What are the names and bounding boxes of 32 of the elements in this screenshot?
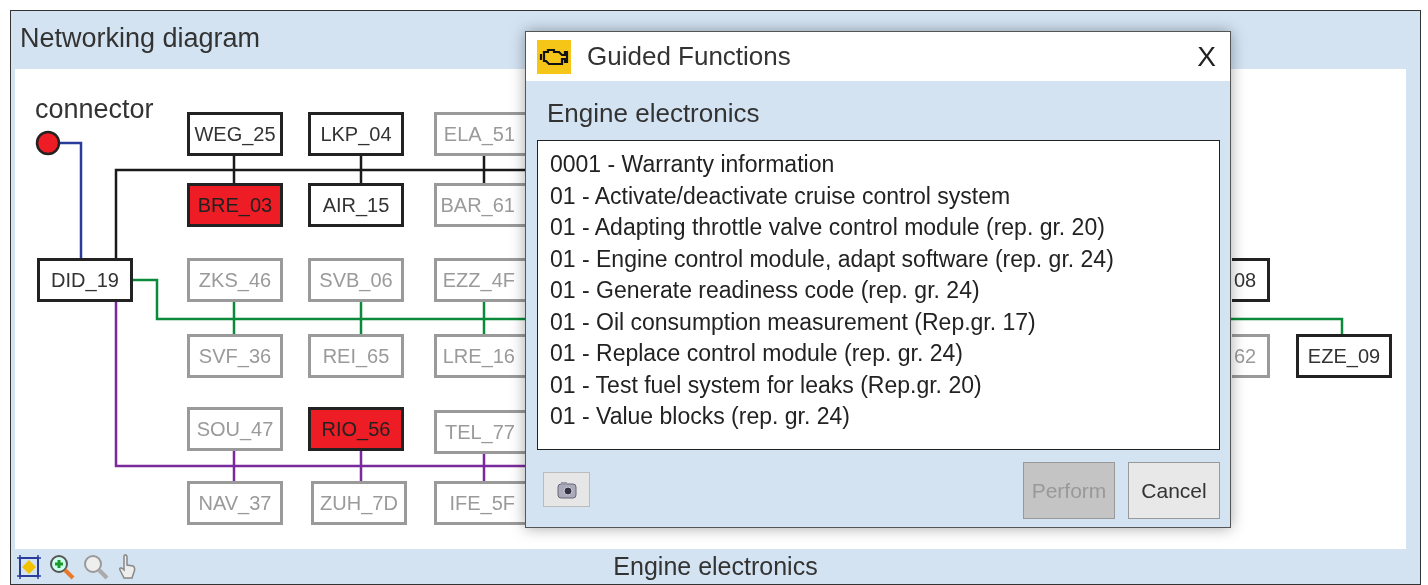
control-unit-node[interactable]: WEG_25 bbox=[187, 112, 283, 156]
control-unit-node[interactable]: AIR_15 bbox=[308, 183, 404, 227]
control-unit-node[interactable]: BRE_03 bbox=[187, 183, 283, 227]
control-unit-node[interactable]: LKP_04 bbox=[308, 112, 404, 156]
dialog-button[interactable]: Cancel bbox=[1128, 462, 1220, 519]
function-item[interactable]: 01 - Test fuel system for leaks (Rep.gr. 20) bbox=[550, 369, 1219, 401]
connector-label: connector bbox=[35, 94, 154, 125]
function-item[interactable]: 01 - Value blocks (rep. gr. 24) bbox=[550, 401, 1219, 433]
window-title: Networking diagram bbox=[20, 23, 261, 53]
hand-icon[interactable] bbox=[117, 553, 137, 580]
zoom-in-icon[interactable] bbox=[49, 553, 75, 580]
control-unit-node[interactable]: 08 bbox=[1232, 258, 1270, 302]
function-item[interactable]: 01 - Oil consumption measurement (Rep.gr. 17) bbox=[550, 306, 1219, 338]
screenshot-button[interactable] bbox=[543, 472, 590, 507]
control-unit-node[interactable]: DID_19 bbox=[37, 258, 133, 302]
control-unit-node[interactable]: EZE_09 bbox=[1296, 334, 1392, 378]
function-item[interactable]: 01 - Adapting throttle valve control module (rep. gr. 20) bbox=[550, 212, 1219, 244]
control-unit-node[interactable]: RIO_56 bbox=[308, 407, 404, 451]
close-button[interactable]: X bbox=[1193, 40, 1220, 73]
camera-icon bbox=[556, 480, 577, 499]
dialog-title: Guided Functions bbox=[587, 41, 792, 72]
function-item[interactable]: 01 - Generate readiness code (rep. gr. 24) bbox=[550, 275, 1219, 307]
zoom-out-icon[interactable] bbox=[83, 553, 109, 580]
status-text: Engine electronics bbox=[613, 552, 818, 580]
fit-view-icon[interactable] bbox=[17, 554, 41, 579]
function-item[interactable]: 0001 - Warranty information bbox=[550, 149, 1219, 181]
section-title: Engine electronics bbox=[547, 98, 760, 128]
function-item[interactable]: 01 - Activate/deactivate cruise control system bbox=[550, 180, 1219, 212]
engine-icon bbox=[537, 39, 571, 74]
function-item[interactable]: 01 - Engine control module, adapt software (rep. gr. 24) bbox=[550, 243, 1219, 275]
connector-icon bbox=[35, 130, 61, 156]
function-item[interactable]: 01 - Replace control module (rep. gr. 24) bbox=[550, 338, 1219, 370]
